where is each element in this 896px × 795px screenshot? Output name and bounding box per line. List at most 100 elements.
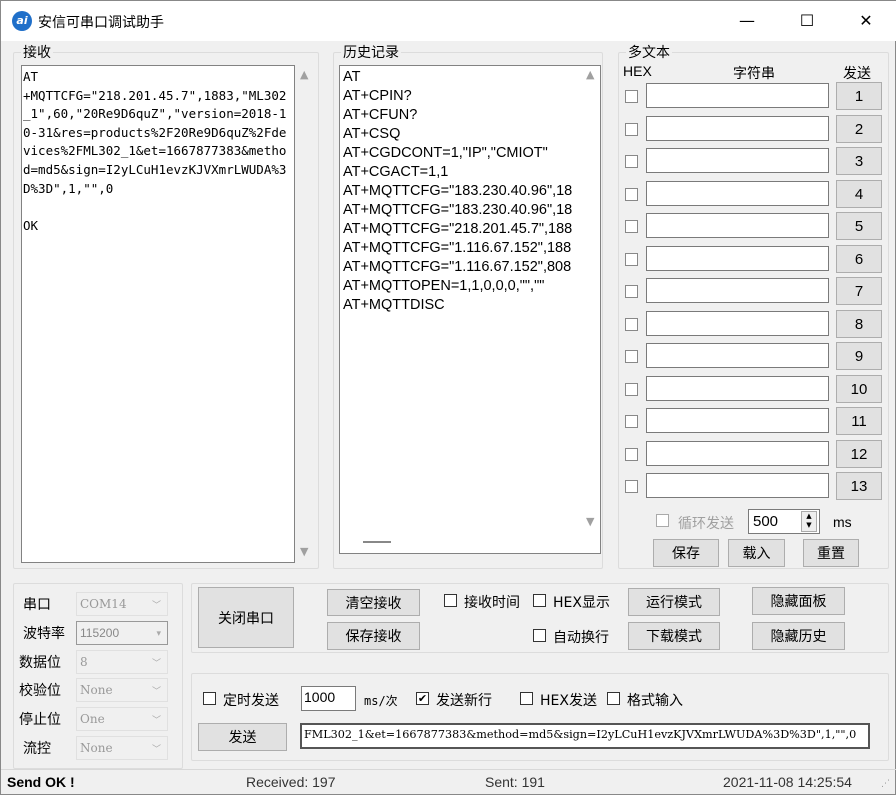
multi-send-button[interactable]: 1 bbox=[836, 82, 882, 110]
history-item[interactable]: AT+CGDCONT=1,"IP","CMIOT" bbox=[343, 144, 581, 163]
history-item[interactable]: AT+MQTTCFG="1.116.67.152",188 bbox=[343, 239, 581, 258]
multi-hex-checkbox[interactable] bbox=[625, 155, 638, 168]
history-item[interactable]: AT+CFUN? bbox=[343, 106, 581, 125]
history-item[interactable]: AT+MQTTDISC bbox=[343, 296, 581, 315]
multi-send-button[interactable]: 5 bbox=[836, 212, 882, 240]
send-button[interactable]: 发送 bbox=[198, 723, 287, 751]
multi-hex-checkbox[interactable] bbox=[625, 253, 638, 266]
load-button[interactable]: 载入 bbox=[728, 539, 785, 567]
horizontal-scrollbar-thumb[interactable] bbox=[363, 541, 391, 543]
port-setting-value: 115200 bbox=[80, 626, 120, 640]
multi-send-button[interactable]: 6 bbox=[836, 245, 882, 273]
multi-string-input[interactable] bbox=[646, 83, 829, 108]
multi-hex-checkbox[interactable] bbox=[625, 123, 638, 136]
resize-grip-icon[interactable]: ⋰ bbox=[881, 779, 890, 789]
receive-textarea[interactable]: AT +MQTTCFG="218.201.45.7",1883,"ML302_1… bbox=[21, 65, 295, 563]
loop-send-label: 循环发送 bbox=[678, 516, 734, 532]
multi-hex-checkbox[interactable] bbox=[625, 188, 638, 201]
multi-hex-checkbox[interactable] bbox=[625, 220, 638, 233]
maximize-button[interactable]: ☐ bbox=[778, 1, 836, 41]
port-setting-select[interactable]: COM14 ﹀ bbox=[76, 592, 168, 616]
timed-interval-input[interactable]: 1000 bbox=[301, 686, 356, 711]
loop-send-checkbox[interactable] bbox=[656, 514, 669, 527]
multi-string-input[interactable] bbox=[646, 278, 829, 303]
history-item[interactable]: AT+MQTTCFG="183.230.40.96",18 bbox=[343, 201, 581, 220]
history-item[interactable]: AT+CSQ bbox=[343, 125, 581, 144]
history-item[interactable]: AT+MQTTCFG="183.230.40.96",18 bbox=[343, 182, 581, 201]
multi-string-input[interactable] bbox=[646, 246, 829, 271]
multi-send-button[interactable]: 4 bbox=[836, 180, 882, 208]
save-receive-button[interactable]: 保存接收 bbox=[327, 622, 420, 650]
minimize-button[interactable]: — bbox=[718, 1, 776, 41]
scroll-up-icon[interactable]: ▲ bbox=[300, 68, 308, 81]
history-item[interactable]: AT+MQTTCFG="218.201.45.7",188 bbox=[343, 220, 581, 239]
hide-history-button[interactable]: 隐藏历史 bbox=[752, 622, 845, 650]
spinner-arrows-icon[interactable]: ▲ ▼ bbox=[801, 511, 817, 532]
ms-per-label: ms/次 bbox=[364, 694, 398, 708]
run-mode-button[interactable]: 运行模式 bbox=[628, 588, 720, 616]
multi-string-input[interactable] bbox=[646, 408, 829, 433]
multi-string-input[interactable] bbox=[646, 441, 829, 466]
clear-receive-button[interactable]: 清空接收 bbox=[327, 589, 420, 616]
hex-send-checkbox[interactable] bbox=[520, 692, 533, 705]
format-input-checkbox[interactable] bbox=[607, 692, 620, 705]
multi-send-button[interactable]: 7 bbox=[836, 277, 882, 305]
status-divider bbox=[1, 769, 896, 770]
send-newline-checkbox[interactable]: ✔ bbox=[416, 692, 429, 705]
multi-hex-checkbox[interactable] bbox=[625, 90, 638, 103]
multi-hex-checkbox[interactable] bbox=[625, 480, 638, 493]
multi-string-input[interactable] bbox=[646, 116, 829, 141]
save-button[interactable]: 保存 bbox=[653, 539, 719, 567]
reset-button[interactable]: 重置 bbox=[803, 539, 859, 567]
port-setting-select[interactable]: None ﹀ bbox=[76, 678, 168, 702]
auto-wrap-label: 自动换行 bbox=[553, 630, 609, 646]
download-mode-button[interactable]: 下载模式 bbox=[628, 622, 720, 650]
port-setting-select[interactable]: One ﹀ bbox=[76, 707, 168, 731]
multi-string-input[interactable] bbox=[646, 311, 829, 336]
multi-string-input[interactable] bbox=[646, 473, 829, 498]
history-list[interactable]: AT AT+CPIN? AT+CFUN? AT+CSQ AT+CGDCONT=1… bbox=[339, 65, 601, 554]
multi-string-input[interactable] bbox=[646, 148, 829, 173]
receive-time-checkbox[interactable] bbox=[444, 594, 457, 607]
multi-string-input[interactable] bbox=[646, 376, 829, 401]
history-item[interactable]: AT+CPIN? bbox=[343, 87, 581, 106]
multi-hex-checkbox[interactable] bbox=[625, 448, 638, 461]
multi-hex-checkbox[interactable] bbox=[625, 318, 638, 331]
send-header: 发送 bbox=[843, 66, 871, 82]
hide-panel-button[interactable]: 隐藏面板 bbox=[752, 587, 845, 615]
multi-send-button[interactable]: 10 bbox=[836, 375, 882, 403]
hex-display-checkbox[interactable] bbox=[533, 594, 546, 607]
multi-send-button[interactable]: 11 bbox=[836, 407, 882, 435]
multi-send-button[interactable]: 9 bbox=[836, 342, 882, 370]
close-port-button[interactable]: 关闭串口 bbox=[198, 587, 294, 648]
multi-send-button[interactable]: 12 bbox=[836, 440, 882, 468]
app-logo-icon: ai bbox=[12, 11, 32, 31]
multi-string-input[interactable] bbox=[646, 213, 829, 238]
port-setting-select[interactable]: None ﹀ bbox=[76, 736, 168, 760]
multi-send-button[interactable]: 8 bbox=[836, 310, 882, 338]
scroll-up-icon[interactable]: ▲ bbox=[586, 68, 594, 81]
multi-hex-checkbox[interactable] bbox=[625, 415, 638, 428]
multi-string-input[interactable] bbox=[646, 181, 829, 206]
timed-send-checkbox[interactable] bbox=[203, 692, 216, 705]
scroll-down-icon[interactable]: ▼ bbox=[586, 515, 594, 528]
port-setting-select[interactable]: 115200 ▾ bbox=[76, 621, 168, 645]
port-setting-select[interactable]: 8 ﹀ bbox=[76, 650, 168, 674]
auto-wrap-checkbox[interactable] bbox=[533, 629, 546, 642]
multi-string-input[interactable] bbox=[646, 343, 829, 368]
timed-interval-value: 1000 bbox=[304, 689, 336, 705]
history-item[interactable]: AT+MQTTCFG="1.116.67.152",808 bbox=[343, 258, 581, 277]
send-input[interactable]: FML302_1&et=1667877383&method=md5&sign=I… bbox=[300, 723, 870, 749]
history-item[interactable]: AT+CGACT=1,1 bbox=[343, 163, 581, 182]
multi-send-button[interactable]: 2 bbox=[836, 115, 882, 143]
status-datetime: 2021-11-08 14:25:54 bbox=[723, 774, 852, 790]
multi-hex-checkbox[interactable] bbox=[625, 350, 638, 363]
multi-send-button[interactable]: 13 bbox=[836, 472, 882, 500]
multi-hex-checkbox[interactable] bbox=[625, 383, 638, 396]
close-button[interactable]: ✕ bbox=[837, 1, 895, 41]
scroll-down-icon[interactable]: ▼ bbox=[300, 545, 308, 558]
history-item[interactable]: AT+MQTTOPEN=1,1,0,0,0,"","" bbox=[343, 277, 581, 296]
history-item[interactable]: AT bbox=[343, 68, 581, 87]
multi-send-button[interactable]: 3 bbox=[836, 147, 882, 175]
multi-hex-checkbox[interactable] bbox=[625, 285, 638, 298]
